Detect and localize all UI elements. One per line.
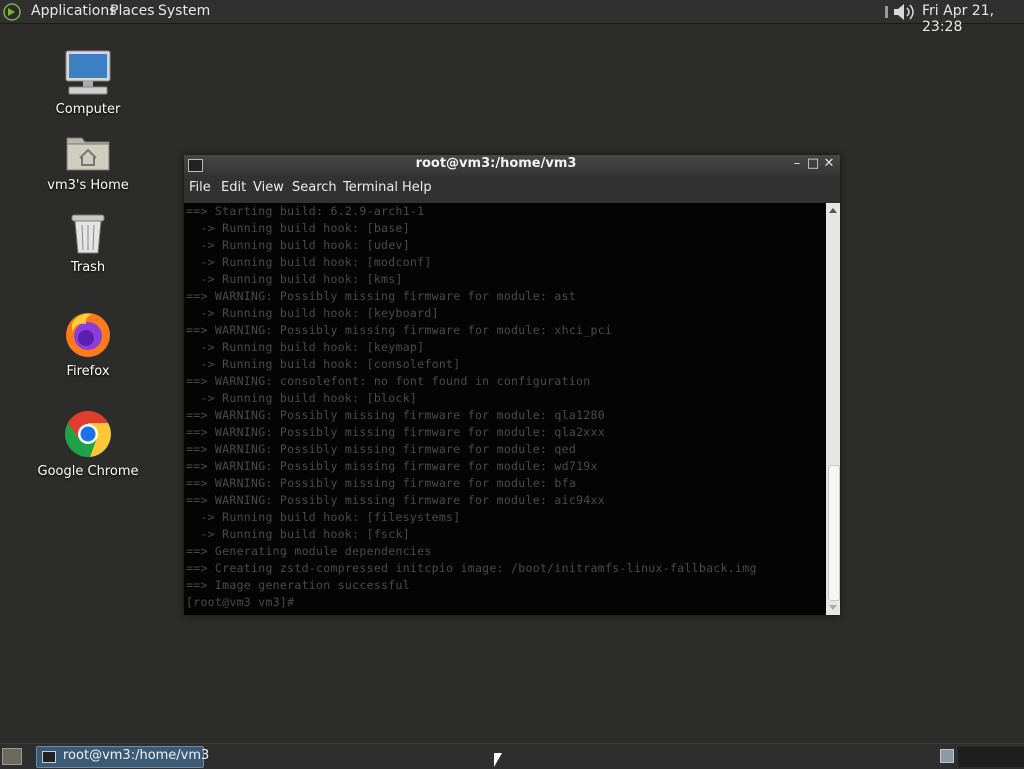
window-title: root@vm3:/home/vm3: [415, 156, 577, 171]
clock[interactable]: Fri Apr 21, 23:28: [922, 3, 1024, 35]
terminal-line: ==> WARNING: Possibly missing firmware f…: [186, 493, 605, 507]
terminal-line: ==> Starting build: 6.2.9-arch1-1: [186, 204, 425, 218]
terminal-menubar: File Edit View Search Terminal Help: [184, 175, 840, 203]
top-panel: Applications Places System Fri Apr 21, 2…: [0, 0, 1024, 35]
terminal-line: ==> Image generation successful: [186, 578, 410, 592]
menu-edit[interactable]: Edit: [221, 180, 246, 195]
terminal-line: ==> Generating module dependencies: [186, 544, 432, 558]
trash-icon: [71, 214, 105, 254]
show-desktop-icon[interactable]: [2, 748, 22, 765]
terminal-line: -> Running build hook: [block]: [186, 391, 418, 405]
terminal-window: root@vm3:/home/vm3 – □ ✕ File Edit View …: [184, 155, 840, 615]
terminal-line: ==> WARNING: Possibly missing firmware f…: [186, 476, 577, 490]
workspace-2[interactable]: [958, 747, 1024, 767]
applications-menu[interactable]: Applications: [31, 3, 117, 19]
terminal-line: ==> WARNING: consolefont: no font found …: [186, 374, 591, 388]
terminal-line: -> Running build hook: [filesystems]: [186, 510, 461, 524]
terminal-line: ==> WARNING: Possibly missing firmware f…: [186, 408, 605, 422]
desktop-icon-label: vm3's Home: [47, 178, 129, 193]
menu-help[interactable]: Help: [402, 180, 432, 195]
taskbar-label: root@vm3:/home/vm3: [63, 748, 210, 763]
terminal-line: -> Running build hook: [modconf]: [186, 255, 432, 269]
desktop-icon-label: Firefox: [66, 364, 110, 379]
places-menu[interactable]: Places: [110, 3, 155, 19]
terminal-titlebar[interactable]: root@vm3:/home/vm3 – □ ✕: [184, 155, 840, 175]
terminal-line: ==> WARNING: Possibly missing firmware f…: [186, 459, 598, 473]
terminal-line: -> Running build hook: [kms]: [186, 272, 403, 286]
terminal-line: ==> WARNING: Possibly missing firmware f…: [186, 425, 605, 439]
menu-terminal[interactable]: Terminal: [343, 180, 398, 195]
desktop-icon-label: Trash: [70, 260, 106, 275]
desktop-icon-computer[interactable]: Computer: [28, 50, 148, 117]
bottom-panel: root@vm3:/home/vm3: [0, 743, 1024, 769]
desktop-icon-trash[interactable]: Trash: [28, 212, 148, 275]
desktop-icon-firefox[interactable]: Firefox: [28, 310, 148, 379]
menu-file[interactable]: File: [189, 180, 211, 195]
firefox-icon: [66, 313, 110, 357]
scroll-up-arrow-icon[interactable]: [829, 208, 837, 213]
terminal-output[interactable]: ==> Starting build: 6.2.9-arch1-1 -> Run…: [184, 203, 826, 615]
volume-icon[interactable]: [884, 2, 918, 22]
workspace-1[interactable]: [940, 749, 954, 763]
taskbar-terminal-button[interactable]: root@vm3:/home/vm3: [36, 746, 209, 768]
desktop-icon-home[interactable]: vm3's Home: [28, 132, 148, 193]
mouse-cursor-icon: [494, 753, 502, 767]
terminal-line: ==> Creating zstd-compressed initcpio im…: [186, 561, 757, 575]
terminal-line: [root@vm3 vm3]#: [186, 595, 302, 609]
terminal-line: -> Running build hook: [consolefont]: [186, 357, 461, 371]
terminal-line: ==> WARNING: Possibly missing firmware f…: [186, 323, 613, 337]
desktop-icon-label: Computer: [55, 102, 121, 117]
system-menu[interactable]: System: [158, 3, 210, 19]
menu-view[interactable]: View: [253, 180, 284, 195]
computer-icon: [65, 50, 111, 95]
terminal-line: -> Running build hook: [fsck]: [186, 527, 410, 541]
chrome-icon: [65, 411, 111, 457]
distro-logo-icon[interactable]: [3, 3, 21, 21]
desktop-icon-chrome[interactable]: Google Chrome: [28, 410, 148, 479]
home-folder-icon: [66, 137, 110, 171]
menu-search[interactable]: Search: [292, 180, 337, 195]
terminal-scrollbar[interactable]: [826, 203, 840, 615]
desktop-icon-label: Google Chrome: [37, 464, 139, 479]
minimize-button[interactable]: –: [790, 157, 804, 171]
terminal-line: -> Running build hook: [keyboard]: [186, 306, 439, 320]
terminal-task-icon: [42, 751, 56, 763]
terminal-line: ==> WARNING: Possibly missing firmware f…: [186, 442, 577, 456]
scroll-down-arrow-icon[interactable]: [829, 605, 837, 610]
scrollbar-thumb[interactable]: [828, 465, 840, 601]
maximize-button[interactable]: □: [806, 157, 820, 171]
terminal-line: -> Running build hook: [base]: [186, 221, 410, 235]
terminal-line: ==> WARNING: Possibly missing firmware f…: [186, 289, 577, 303]
terminal-line: -> Running build hook: [keymap]: [186, 340, 425, 354]
close-button[interactable]: ✕: [822, 157, 836, 171]
terminal-line: -> Running build hook: [udev]: [186, 238, 410, 252]
